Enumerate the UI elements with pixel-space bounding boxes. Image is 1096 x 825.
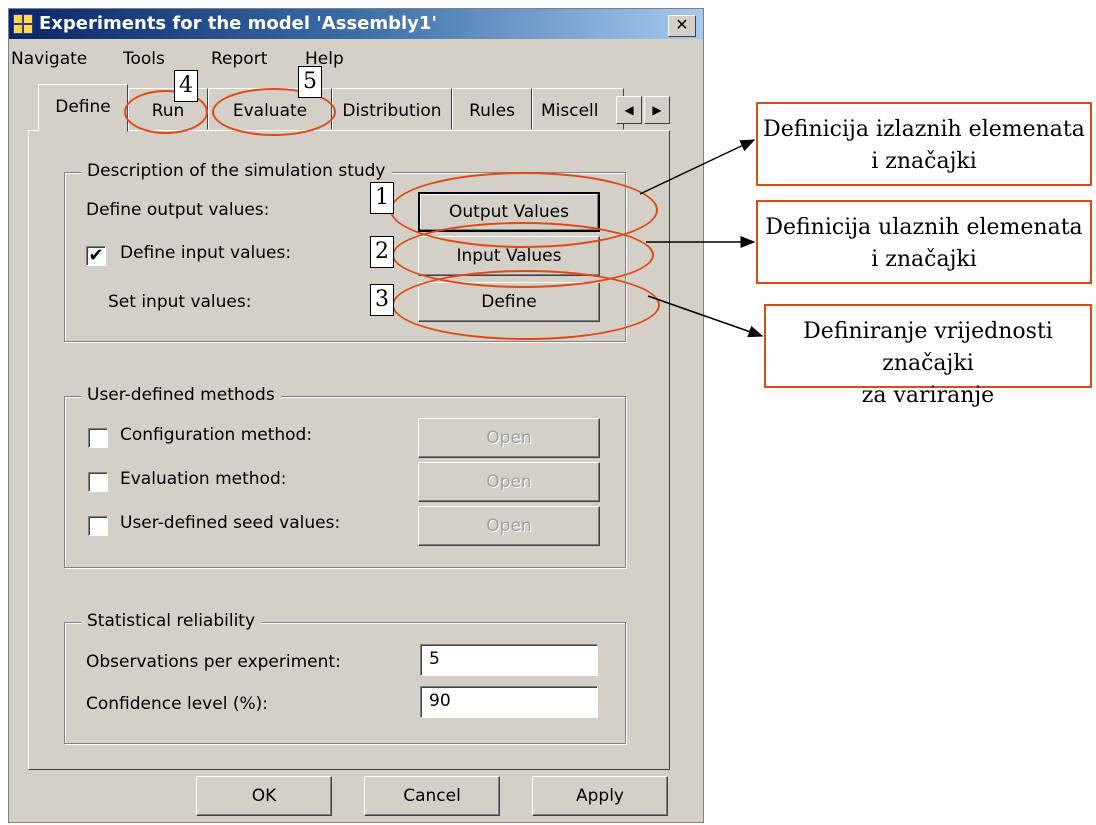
arrow-to-callout-define xyxy=(647,295,764,338)
arrow-to-callout-output xyxy=(639,139,756,195)
annotation-arrows xyxy=(639,139,764,338)
